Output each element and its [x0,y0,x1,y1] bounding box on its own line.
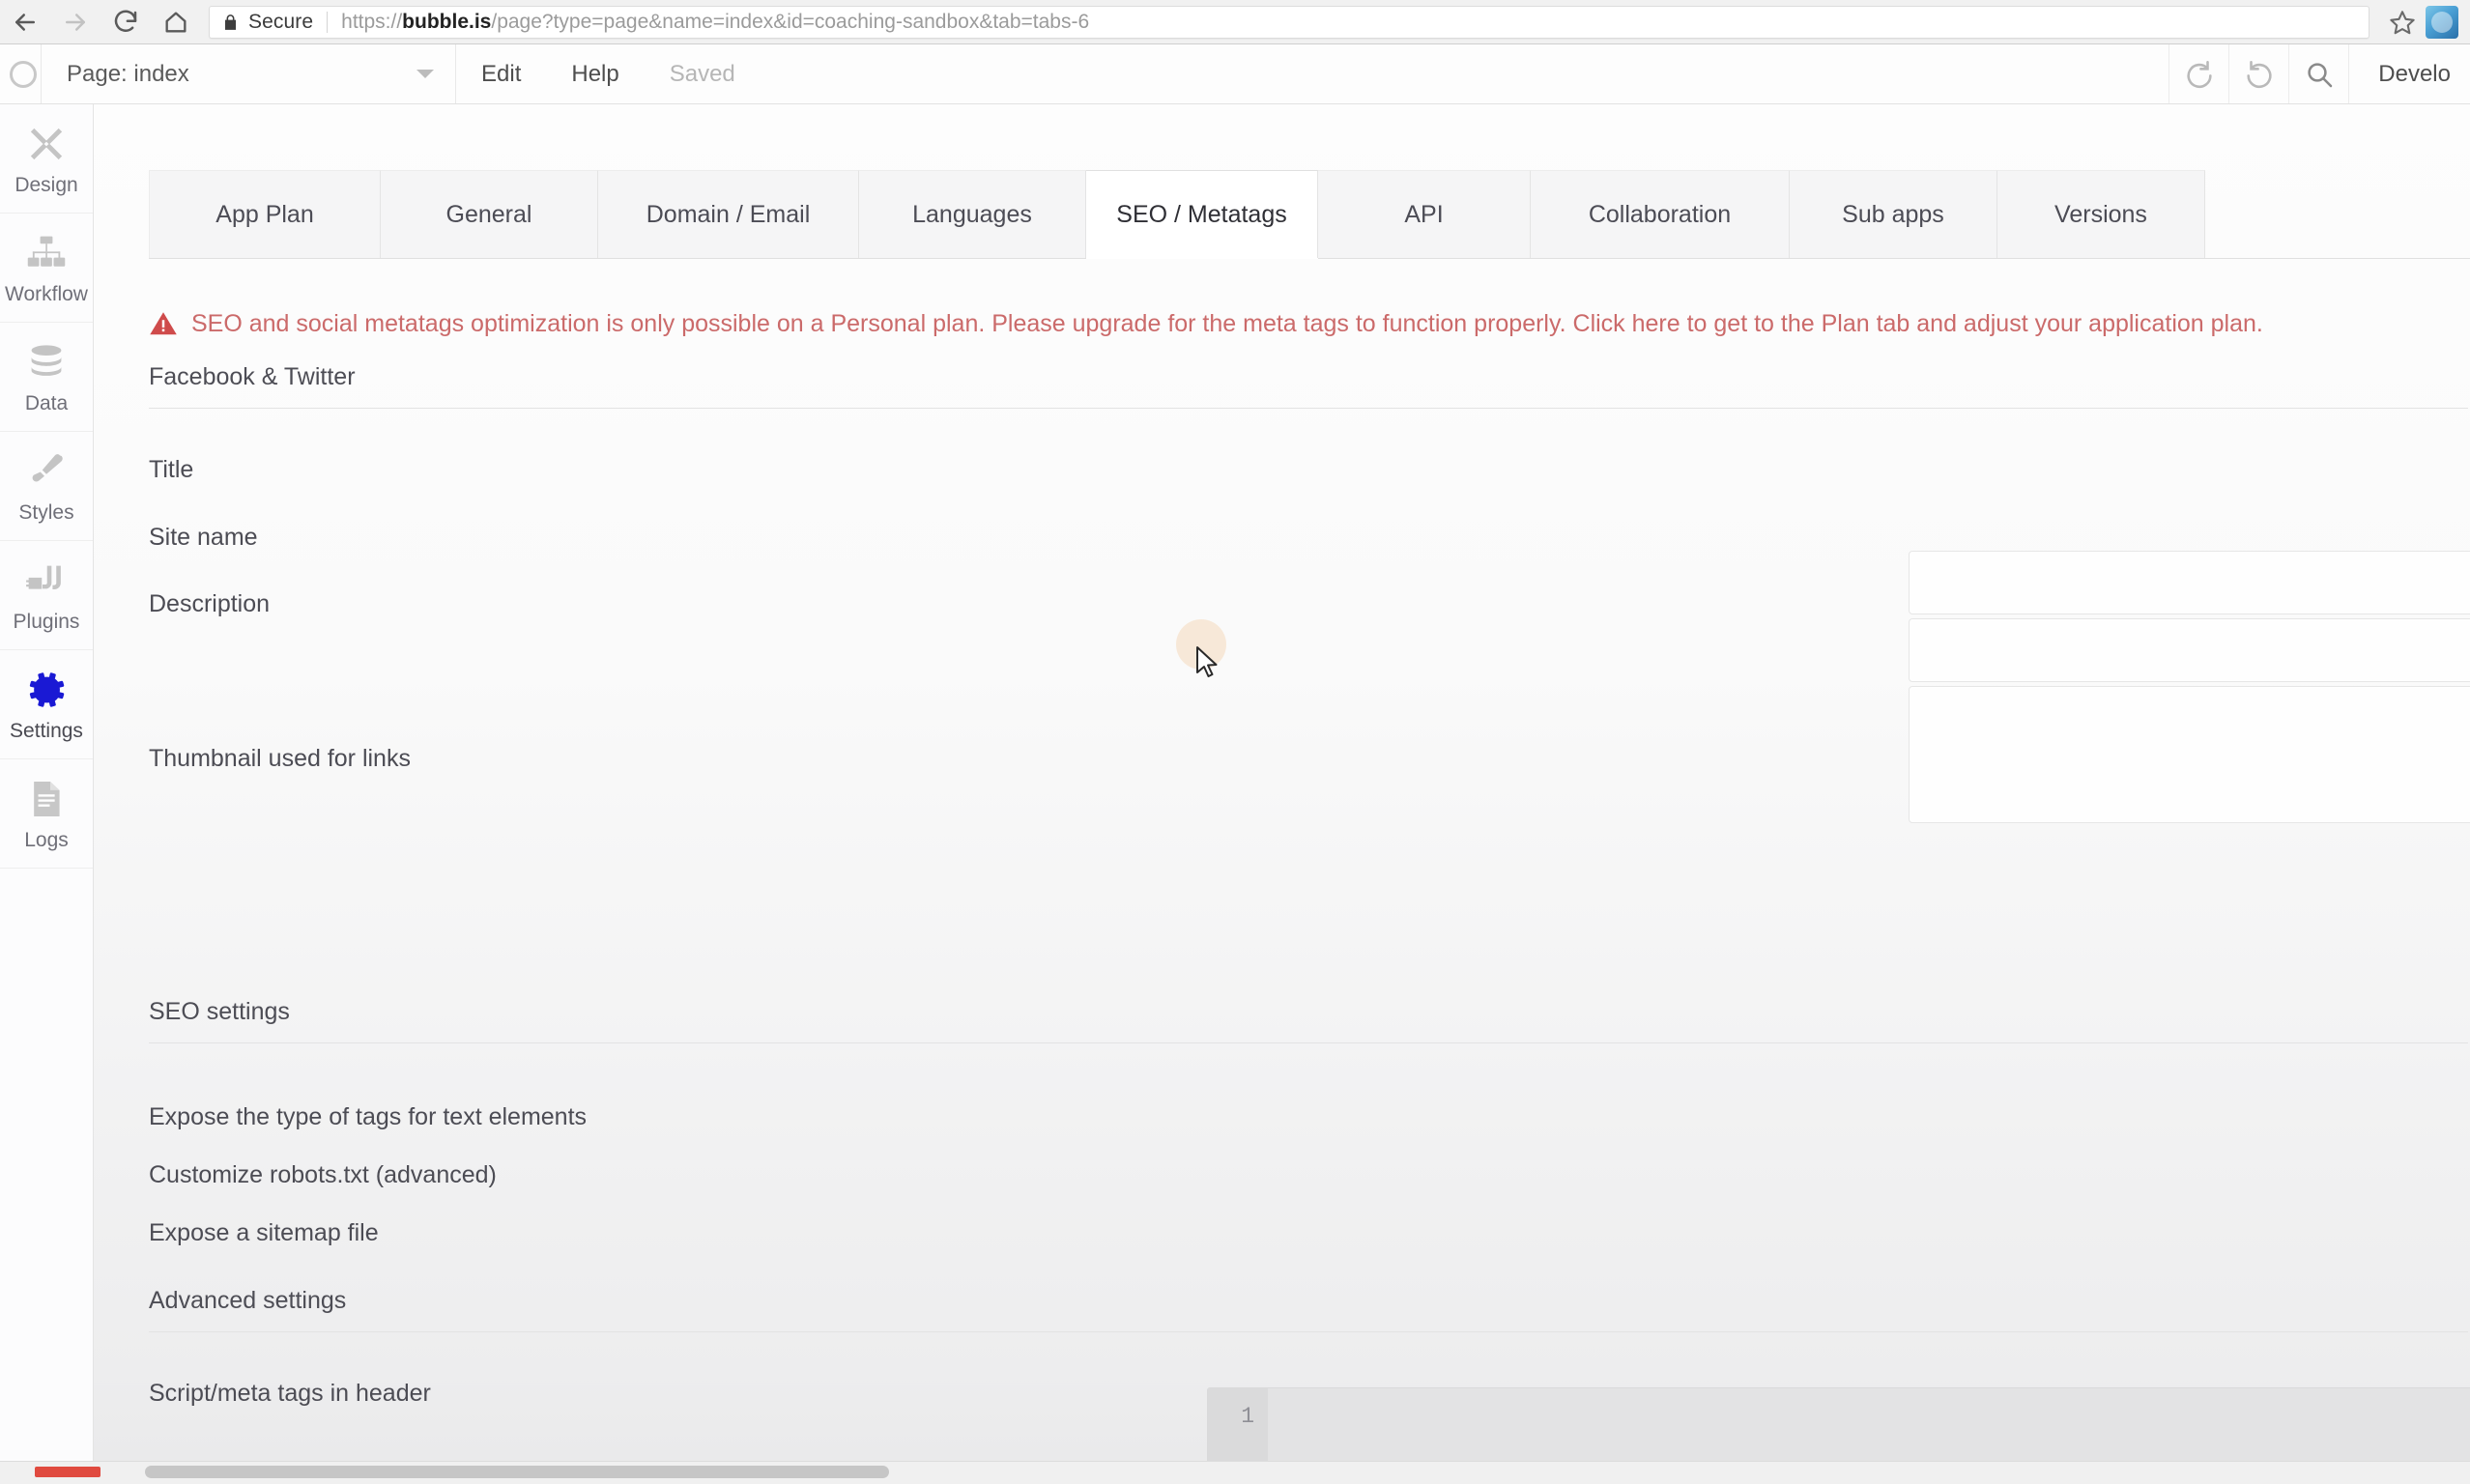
tab-languages[interactable]: Languages [859,170,1086,258]
sidebar-item-design[interactable]: Design [0,104,93,214]
sidebar-item-label: Workflow [5,282,88,305]
settings-tab-bar: App Plan General Domain / Email Language… [149,170,2470,259]
description-label: Description [149,590,271,617]
workflow-icon [25,230,68,276]
horizontal-scrollbar[interactable] [0,1461,2470,1484]
page-selector-label: Page: index [67,60,189,87]
title-input[interactable] [1909,551,2470,614]
scrollbar-marker [35,1467,101,1477]
sidebar-item-plugins[interactable]: Plugins [0,541,93,650]
address-bar[interactable]: Secure https://bubble.is/page?type=page&… [209,5,2369,39]
mouse-cursor [1196,646,1218,677]
url-path: /page?type=page&name=index&id=coaching-s… [491,10,1090,33]
page-selector[interactable]: Page: index [41,44,456,103]
sidebar-item-label: Plugins [13,610,80,633]
scrollbar-thumb[interactable] [145,1466,889,1478]
sidebar-item-label: Data [24,391,69,414]
tab-domain-email[interactable]: Domain / Email [598,170,859,258]
site-name-input[interactable] [1909,618,2470,682]
app-toolbar: Page: index Edit Help Saved Develo [0,44,2470,104]
tab-general[interactable]: General [381,170,598,258]
tab-seo-metatags[interactable]: SEO / Metatags [1086,170,1318,258]
saved-status: Saved [669,60,735,87]
forward-button[interactable] [50,0,101,44]
help-menu[interactable]: Help [546,44,644,103]
logs-icon [25,776,68,822]
thumbnail-label: Thumbnail used for links [149,745,411,772]
edit-menu[interactable]: Edit [456,44,546,103]
sidebar-item-label: Settings [10,719,83,742]
back-button[interactable] [0,0,50,44]
profile-avatar[interactable] [2426,5,2458,39]
advanced-settings-heading: Advanced settings [149,1287,2468,1332]
omnibox-divider [327,11,329,33]
seo-settings-heading: SEO settings [149,998,2468,1043]
plan-warning-text: SEO and social metatags optimization is … [191,309,2263,337]
chevron-down-icon [416,70,434,78]
title-label: Title [149,456,194,483]
redo-button[interactable] [2228,44,2288,103]
browser-toolbar: Secure https://bubble.is/page?type=page&… [0,0,2470,44]
gear-icon [25,667,68,713]
url-prefix: https:// [341,10,403,33]
sidebar-item-styles[interactable]: Styles [0,432,93,541]
bookmark-star-icon[interactable] [2379,9,2426,36]
tab-sub-apps[interactable]: Sub apps [1790,170,1997,258]
left-sidebar: Design Workflow Data Styles Plugins Sett… [0,104,94,1484]
lock-icon [221,12,240,33]
reload-button[interactable] [101,0,151,44]
customize-robots-label: Customize robots.txt (advanced) [149,1161,497,1188]
expose-tag-types-label: Expose the type of tags for text element… [149,1103,588,1130]
expose-sitemap-label: Expose a sitemap file [149,1219,379,1246]
secure-label: Secure [248,10,314,33]
design-icon [25,121,68,167]
code-line-number: 1 [1241,1404,1254,1429]
description-textarea[interactable] [1909,686,2470,823]
sidebar-item-settings[interactable]: Settings [0,650,93,759]
sidebar-item-logs[interactable]: Logs [0,759,93,869]
sidebar-item-workflow[interactable]: Workflow [0,214,93,323]
developer-menu[interactable]: Develo [2348,44,2470,103]
sidebar-item-label: Logs [24,828,69,851]
undo-button[interactable] [2168,44,2228,103]
tab-api[interactable]: API [1318,170,1531,258]
plugins-icon [25,557,68,604]
tab-app-plan[interactable]: App Plan [149,170,381,258]
plan-warning-banner[interactable]: SEO and social metatags optimization is … [149,309,2470,338]
facebook-twitter-heading: Facebook & Twitter [149,363,2468,409]
data-icon [25,339,68,385]
home-button[interactable] [151,0,201,44]
tab-versions[interactable]: Versions [1997,170,2205,258]
sidebar-item-label: Design [14,173,78,196]
url-text: https://bubble.is/page?type=page&name=in… [341,11,1089,34]
url-domain: bubble.is [402,10,492,33]
sidebar-item-data[interactable]: Data [0,323,93,432]
settings-panel: App Plan General Domain / Email Language… [94,104,2470,1484]
site-name-label: Site name [149,524,258,551]
tab-collaboration[interactable]: Collaboration [1531,170,1790,258]
warning-triangle-icon [149,309,178,338]
script-meta-tags-label: Script/meta tags in header [149,1380,431,1407]
styles-icon [25,448,68,495]
search-icon[interactable] [2288,44,2348,103]
sidebar-item-label: Styles [18,500,74,524]
bubble-logo [0,44,41,103]
